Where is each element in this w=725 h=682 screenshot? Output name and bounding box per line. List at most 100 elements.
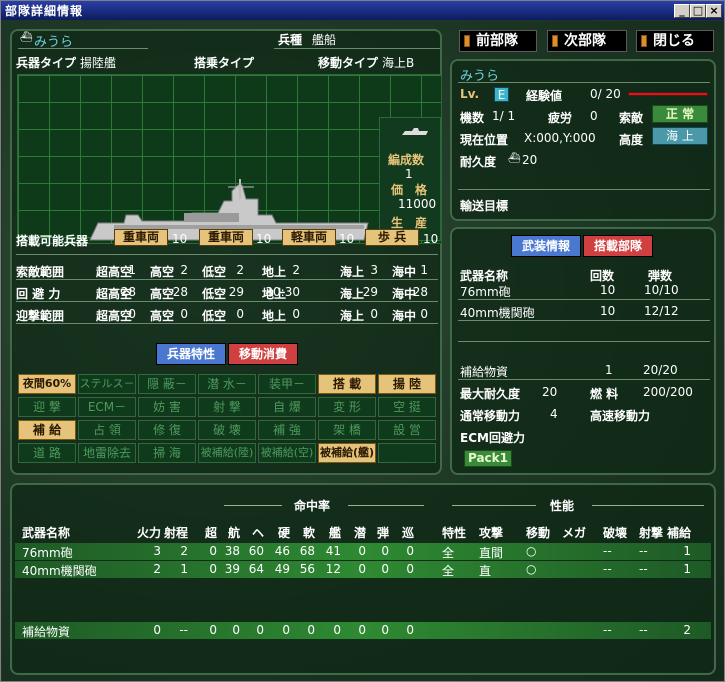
table-header-0: 武器名称 [22, 526, 71, 540]
table-cell: 3 [153, 544, 161, 558]
pack-button[interactable]: Pack1 [464, 450, 512, 467]
unit-type-label: 兵種 [278, 33, 303, 47]
range-value: 1 [420, 263, 428, 277]
weapon-type-value: 揚陸艦 [80, 56, 117, 70]
minimize-button[interactable]: _ [674, 4, 690, 18]
table-cell: 68 [299, 544, 315, 558]
range-key: 低空 [202, 265, 227, 279]
prev-icon [464, 35, 470, 47]
range-value: 30:30 [265, 285, 300, 299]
table-cell: 40mm機関砲 [22, 564, 97, 578]
trait-1-1: ECM－ [78, 397, 136, 417]
maximize-button[interactable]: □ [690, 4, 706, 18]
table-header-13: 攻撃 [479, 526, 504, 540]
trait-0-2: 隠 蔽－ [138, 374, 196, 394]
fatigue-label: 疲労 [548, 111, 573, 125]
tab-armament[interactable]: 武装情報 [511, 235, 581, 257]
range-key: 海中 [392, 265, 417, 279]
unit-detail-window: 部隊詳細情報 _ □ × ⛴ みうら 兵種 艦船 兵器タイプ 揚陸艦 搭乗タイプ… [0, 0, 725, 682]
table-cell: -- [603, 562, 612, 576]
divider [224, 505, 282, 506]
table-cell: 0 [406, 623, 414, 637]
trait-1-6: 空 挺 [378, 397, 436, 417]
table-cell: 0 [381, 544, 389, 558]
close-label: 閉じる [653, 33, 695, 49]
carry-item-2: 重車両 [199, 229, 253, 246]
range-key: 超高空 [96, 265, 133, 279]
durability-label: 耐久度 [460, 155, 497, 169]
trait-0-6: 揚 陸 [378, 374, 436, 394]
range-value: 1 [128, 263, 136, 277]
table-cell: 0 [333, 623, 341, 637]
table-header-17: 射撃 [639, 526, 664, 540]
move-type-value: 海上B [382, 56, 415, 70]
table-cell: 1 [683, 544, 691, 558]
altitude-label: 高度 [619, 133, 644, 147]
range-key: 海上 [340, 287, 365, 301]
range-value: 28 [120, 285, 136, 299]
supply-uses: 1 [605, 363, 613, 377]
window-close-button[interactable]: × [706, 4, 722, 18]
formation-value: 1 [405, 167, 413, 181]
trait-3-1: 地雷除去 [78, 443, 136, 463]
range-value: 2 [236, 263, 244, 277]
exp-bar [628, 92, 708, 96]
table-cell: 60 [248, 544, 264, 558]
trait-0-5: 搭 載 [318, 374, 376, 394]
transport-target-label: 輸送目標 [460, 199, 509, 213]
range-value: 0 [236, 307, 244, 321]
range-value: 3 [370, 263, 378, 277]
table-cell: 0 [406, 562, 414, 576]
divider [16, 301, 438, 302]
supply-ammo: 20/20 [643, 363, 678, 377]
table-header-8: 艦 [328, 526, 341, 540]
range-key: 海上 [340, 265, 365, 279]
arm-row-2-name: 40mm機関砲 [460, 306, 535, 320]
durability-value: 20 [522, 153, 538, 167]
carry-count-3: 10 [339, 232, 355, 246]
divider [458, 189, 710, 190]
tab-move-cost[interactable]: 移動消費 [228, 343, 298, 365]
tab-weapon-traits[interactable]: 兵器特性 [156, 343, 226, 365]
table-cell: 0 [153, 623, 161, 637]
table-cell: 1 [180, 562, 188, 576]
ship-icon: ⛴ [20, 32, 33, 43]
table-cell: -- [639, 544, 648, 558]
table-cell: 76mm砲 [22, 546, 73, 560]
range-row-label: 迎撃範囲 [16, 309, 65, 323]
position-label: 現在位置 [460, 133, 509, 147]
fuel-label: 燃 料 [590, 387, 619, 401]
table-cell: -- [603, 544, 612, 558]
table-cell: 12 [325, 562, 341, 576]
close-icon [641, 35, 647, 47]
table-header-12: 特性 [442, 526, 467, 540]
next-unit-button[interactable]: 次部隊 [547, 30, 627, 52]
table-cell: 56 [299, 562, 315, 576]
trait-1-5: 変 形 [318, 397, 376, 417]
content-area: ⛴ みうら 兵種 艦船 兵器タイプ 揚陸艦 搭乗タイプ 移動タイプ 海上B 編成… [2, 21, 724, 681]
window-title: 部隊詳細情報 [5, 4, 84, 18]
trait-2-6: 設 営 [378, 420, 436, 440]
table-header-4: 航 [227, 526, 240, 540]
divider [18, 48, 148, 49]
range-row-label: 回 避 力 [16, 287, 61, 301]
prev-unit-button[interactable]: 前部隊 [459, 30, 537, 52]
trait-3-0: 道 路 [18, 443, 76, 463]
price-label: 価 格 [391, 183, 428, 197]
range-key: 地上 [262, 309, 287, 323]
divider [16, 323, 438, 324]
table-cell: 直 [479, 564, 492, 578]
carry-item-1: 重車両 [114, 229, 168, 246]
range-value: 0 [420, 307, 428, 321]
search-status: 正 常 [652, 105, 708, 123]
arms-header-ammo: 弾数 [648, 269, 673, 283]
close-button[interactable]: 閉じる [636, 30, 714, 52]
exp-label: 経験値 [526, 89, 563, 103]
table-cell: 補給物資 [22, 625, 71, 639]
table-cell: 2 [180, 544, 188, 558]
table-header-18: 補給 [666, 526, 691, 540]
tab-cargo-units[interactable]: 搭載部隊 [583, 235, 653, 257]
table-header-14: 移動 [526, 526, 551, 540]
range-row-label: 索敵範囲 [16, 265, 65, 279]
price-value: 11000 [398, 197, 437, 211]
